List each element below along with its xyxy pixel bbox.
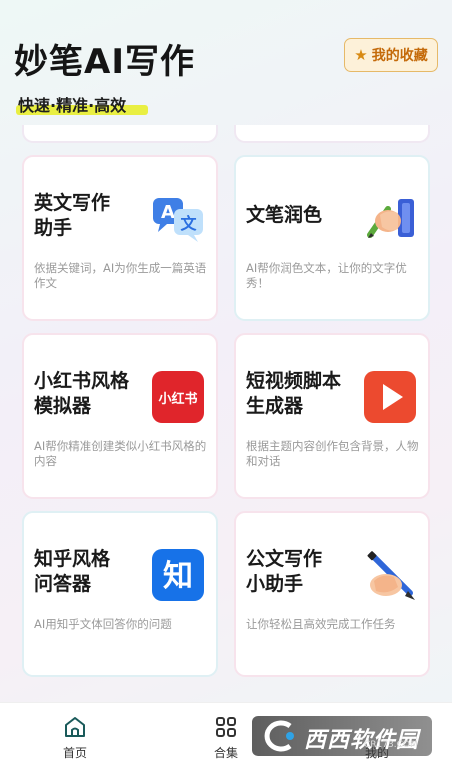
zhihu-icon: 知 — [152, 549, 204, 601]
card-description: 依据关键词，AI为你生成一篇英语作文 — [34, 261, 207, 290]
tool-card-official-document[interactable]: 公文写作 小助手 让你轻松且高效完成工作任务 — [234, 511, 430, 677]
card-description: AI用知乎文体回答你的问题 — [34, 617, 172, 631]
tab-home[interactable]: 首页 — [25, 703, 125, 767]
card-description: 让你轻松且高效完成工作任务 — [246, 617, 396, 631]
grid-icon — [216, 717, 236, 737]
my-favorites-button[interactable]: ★ 我的收藏 — [344, 38, 438, 72]
tool-card-polish-writing[interactable]: 文笔润色 AI帮你润色文本，让你的文字优秀！ — [234, 155, 430, 321]
card-title: 短视频脚本 生成器 — [246, 370, 342, 417]
watermark-subtext: CR173.COM — [364, 740, 418, 750]
svg-text:知: 知 — [163, 559, 193, 594]
card-title: 公文写作 小助手 — [246, 548, 323, 595]
tool-card-grid[interactable]: 英文写作 助手 A 文 依据关键词，AI为你生成一篇英语作文 文笔润色 AI帮你润… — [0, 125, 452, 702]
tool-card-zhihu-qa[interactable]: 知乎风格 问答器 知 AI用知乎文体回答你的问题 — [22, 511, 218, 677]
pen-hand-icon — [367, 551, 415, 600]
card-title: 知乎风格 问答器 — [34, 548, 111, 595]
svg-text:A: A — [161, 202, 175, 223]
my-favorites-label: 我的收藏 — [371, 48, 428, 64]
tab-home-label: 首页 — [62, 746, 87, 760]
partial-card[interactable] — [234, 125, 430, 143]
tool-card-short-video-script[interactable]: 短视频脚本 生成器 根据主题内容创作包含背景，人物和对话 — [234, 333, 430, 499]
star-icon: ★ — [354, 46, 368, 64]
card-title: 小红书风格 模拟器 — [34, 370, 130, 417]
watermark-logo-icon — [264, 720, 294, 752]
writing-hand-icon — [367, 199, 414, 238]
play-icon — [364, 371, 416, 423]
translate-icon: A 文 — [153, 198, 203, 242]
card-description: AI帮你精准创建类似小红书风格的内容 — [34, 439, 207, 468]
tool-card-english-writing[interactable]: 英文写作 助手 A 文 依据关键词，AI为你生成一篇英语作文 — [22, 155, 218, 321]
tagline: 快速·精准·高效 — [18, 96, 127, 115]
card-description: AI帮你润色文本，让你的文字优秀！ — [246, 261, 407, 290]
svg-text:文: 文 — [180, 214, 197, 233]
watermark: 西西软件园 CR173.COM — [252, 716, 432, 756]
card-title: 文笔润色 — [246, 204, 323, 226]
card-title: 英文写作 助手 — [34, 192, 111, 239]
xiaohongshu-icon: 小红书 — [152, 371, 204, 423]
home-icon — [65, 717, 85, 737]
card-description: 根据主题内容创作包含背景，人物和对话 — [246, 439, 419, 468]
app-title: 妙笔AI写作 — [14, 42, 195, 82]
svg-text:小红书: 小红书 — [158, 391, 197, 407]
tool-card-xiaohongshu[interactable]: 小红书风格 模拟器 小红书 AI帮你精准创建类似小红书风格的内容 — [22, 333, 218, 499]
partial-card[interactable] — [22, 125, 218, 143]
header: 妙笔AI写作 快速·精准·高效 ★ 我的收藏 — [0, 0, 452, 140]
